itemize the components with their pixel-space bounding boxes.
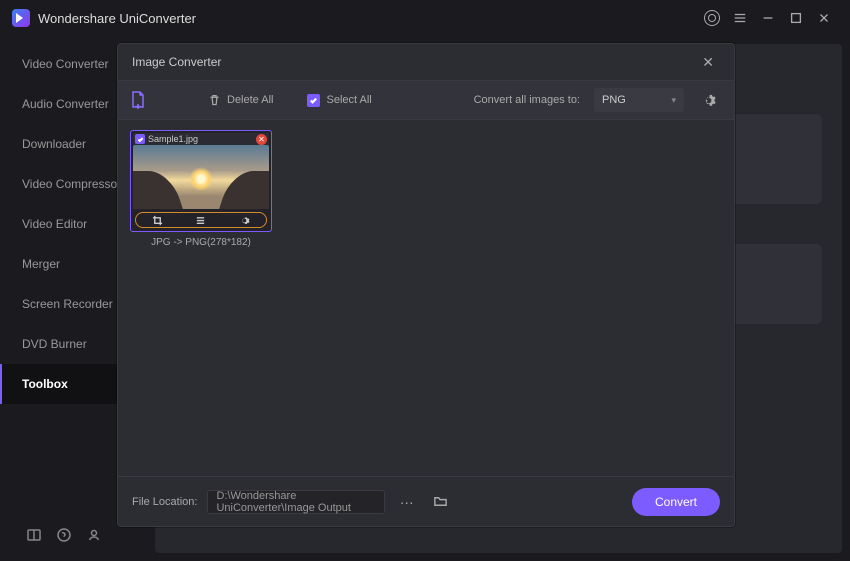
crop-icon[interactable] [151,213,165,227]
sidebar-item-label: Video Editor [22,217,87,231]
library-icon[interactable] [22,523,46,547]
more-icon[interactable]: ··· [395,490,419,514]
sidebar-item-label: DVD Burner [22,337,87,351]
sidebar-item-label: Screen Recorder [22,297,113,311]
delete-all-label: Delete All [227,94,273,106]
thumb-image [133,145,269,209]
app-window: Wondershare UniConverter Video Converter… [0,0,850,561]
sidebar-item-label: Video Converter [22,57,109,71]
select-all-button[interactable]: Select All [297,94,381,107]
sidebar-item-label: Merger [22,257,60,271]
close-window-icon[interactable] [810,4,838,32]
folder-icon[interactable] [429,490,453,514]
thumb-caption: JPG -> PNG(278*182) [130,237,272,248]
sidebar-item-label: Downloader [22,137,86,151]
select-all-checkbox-icon [307,94,320,107]
format-selected: PNG [602,94,626,106]
sidebar-item-label: Toolbox [22,377,68,391]
minimize-icon[interactable] [754,4,782,32]
menu-icon[interactable] [726,4,754,32]
thumb-remove-icon[interactable]: ✕ [256,134,267,145]
convert-button-label: Convert [655,495,697,509]
account-icon[interactable] [698,4,726,32]
modal-title: Image Converter [132,55,221,69]
file-location-label: File Location: [132,496,197,508]
delete-all-button[interactable]: Delete All [198,94,283,107]
modal-header: Image Converter ✕ [118,44,734,80]
format-select[interactable]: PNG ▾ [594,88,684,112]
maximize-icon[interactable] [782,4,810,32]
image-converter-modal: Image Converter ✕ Delete All Select All … [117,43,735,527]
trash-icon [208,94,221,107]
select-all-label: Select All [326,94,371,106]
settings-button[interactable] [698,88,722,112]
titlebar: Wondershare UniConverter [0,0,850,36]
add-file-icon[interactable] [130,91,146,109]
convert-all-label: Convert all images to: [474,94,580,106]
thumb-checkbox-icon[interactable] [135,134,145,144]
chevron-down-icon: ▾ [671,95,676,106]
modal-footer: File Location: D:\Wondershare UniConvert… [118,476,734,526]
modal-toolbar: Delete All Select All Convert all images… [118,80,734,120]
sidebar-item-label: Video Compressor [22,177,121,191]
list-icon[interactable] [194,213,208,227]
file-location-input[interactable]: D:\Wondershare UniConverter\Image Output [207,490,384,514]
gear-icon [703,93,718,108]
modal-body: Sample1.jpg ✕ JPG -> PNG(278*182) [118,120,734,476]
thumb-gear-icon[interactable] [237,213,251,227]
sidebar-item-label: Audio Converter [22,97,109,111]
image-thumb-card[interactable]: Sample1.jpg ✕ JPG -> PNG(278*182) [130,130,272,248]
thumb-toolbar [135,212,267,228]
app-title: Wondershare UniConverter [38,11,196,26]
help-icon[interactable] [52,523,76,547]
app-logo-icon [12,9,30,27]
thumb-filename: Sample1.jpg [148,134,256,144]
user-icon[interactable] [82,523,106,547]
close-icon[interactable]: ✕ [696,50,720,75]
file-location-value: D:\Wondershare UniConverter\Image Output [216,490,375,514]
convert-button[interactable]: Convert [632,488,720,516]
thumb-frame: Sample1.jpg ✕ [130,130,272,232]
thumb-titlebar: Sample1.jpg ✕ [133,133,269,145]
